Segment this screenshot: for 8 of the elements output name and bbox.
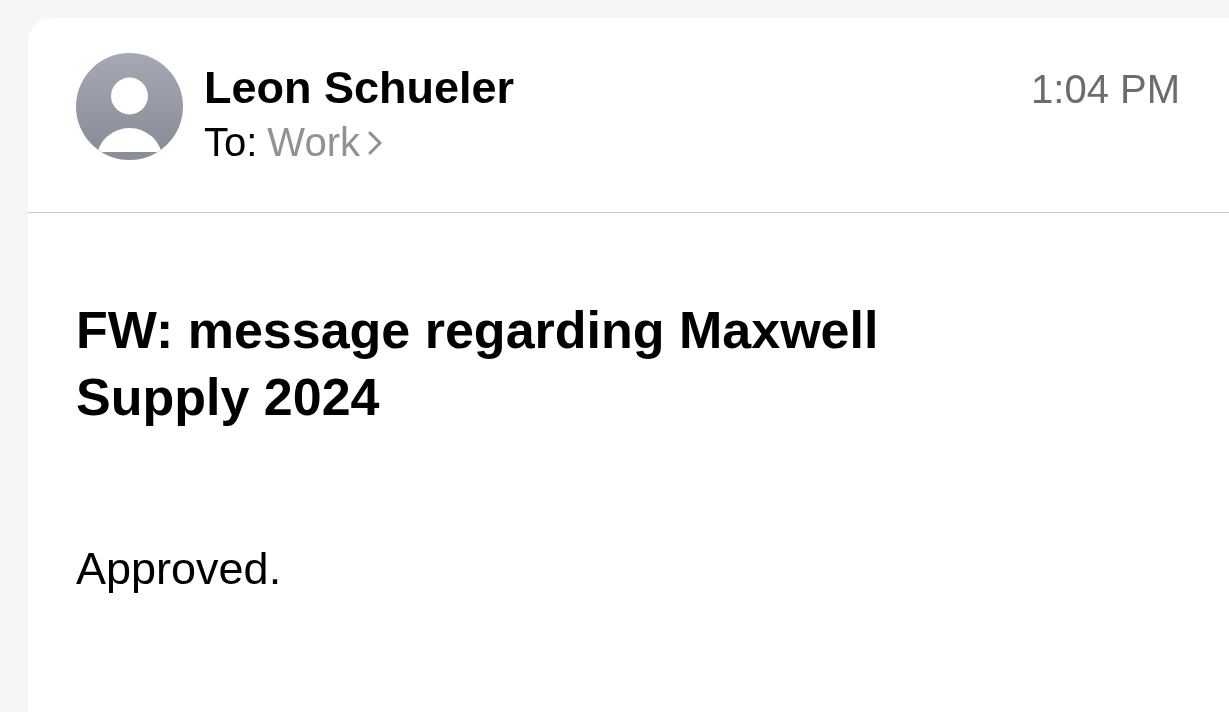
message-body: Approved.	[76, 543, 282, 595]
to-label: To:	[204, 119, 258, 166]
recipient-link[interactable]: Work	[267, 118, 382, 166]
message-subject: FW: message regarding Maxwell Supply 2024	[76, 300, 880, 428]
sender-name: Leon Schueler	[204, 62, 515, 114]
chevron-right-icon	[367, 131, 382, 155]
avatar-icon	[76, 53, 183, 160]
message-time: 1:04 PM	[1031, 66, 1180, 113]
